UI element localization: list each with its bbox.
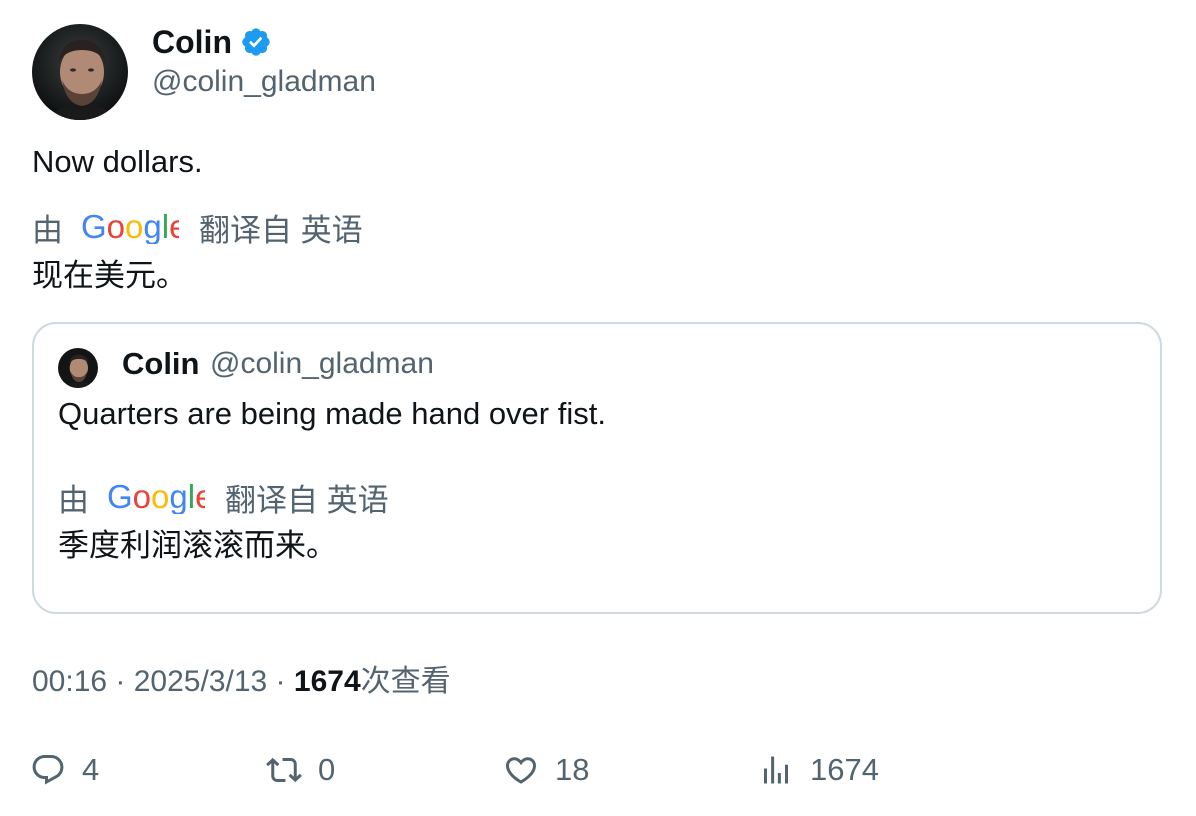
tweet-text: Now dollars.: [32, 144, 203, 179]
quote-text: Quarters are being made hand over fist.: [58, 396, 606, 431]
quote-translation-prefix: 由: [58, 483, 89, 518]
views-count: 1674: [293, 665, 361, 698]
quote-translation-attribution: 由 Google 翻译自 英语: [58, 478, 389, 524]
translation-attribution: 由 Google 翻译自 英语: [32, 208, 363, 254]
translated-text: 现在美元。: [32, 258, 187, 293]
svg-text:Google: Google: [81, 208, 179, 244]
tweet-meta: 00:16 · 2025/3/13 · 1674次查看: [32, 662, 451, 702]
reply-count: 4: [82, 752, 100, 787]
views-action-count: 1674: [810, 752, 879, 787]
repost-button[interactable]: 0: [266, 750, 335, 790]
quote-translated-text: 季度利润滚滚而来。: [58, 528, 337, 563]
repost-icon: [266, 757, 302, 783]
views-chart-icon: [764, 756, 788, 784]
verified-badge-icon: [240, 26, 272, 58]
svg-text:Google: Google: [107, 478, 205, 514]
repost-count: 0: [318, 752, 336, 787]
quote-translation-suffix: 翻译自 英语: [225, 483, 389, 518]
author-name-row[interactable]: Colin: [152, 22, 272, 62]
author-avatar[interactable]: [32, 24, 128, 120]
like-button[interactable]: 18: [503, 750, 589, 790]
quote-author-name: Colin: [122, 346, 200, 381]
author-name[interactable]: Colin: [152, 22, 232, 62]
quote-google-logo-icon: Google: [107, 478, 213, 524]
views-label: 次查看: [360, 665, 451, 698]
like-count: 18: [555, 752, 590, 787]
meta-separator: ·: [107, 665, 134, 698]
author-handle[interactable]: @colin_gladman: [152, 62, 376, 102]
views-button[interactable]: 1674: [758, 750, 879, 790]
quoted-tweet-card[interactable]: Colin @colin_gladman Quarters are being …: [32, 322, 1162, 614]
quote-author-avatar: [58, 348, 98, 388]
heart-icon: [505, 757, 537, 784]
translation-prefix: 由: [32, 213, 63, 248]
quote-avatar-photo: [58, 348, 98, 388]
tweet-time[interactable]: 00:16: [32, 665, 107, 698]
reply-icon: [32, 755, 64, 785]
reply-button[interactable]: 4: [30, 750, 99, 790]
quote-author-handle: @colin_gladman: [210, 347, 434, 380]
meta-separator-2: ·: [267, 665, 294, 698]
avatar-photo: [32, 24, 128, 120]
translation-suffix: 翻译自 英语: [199, 213, 363, 248]
tweet-date[interactable]: 2025/3/13: [134, 665, 267, 698]
google-logo-icon[interactable]: Google: [81, 208, 187, 254]
